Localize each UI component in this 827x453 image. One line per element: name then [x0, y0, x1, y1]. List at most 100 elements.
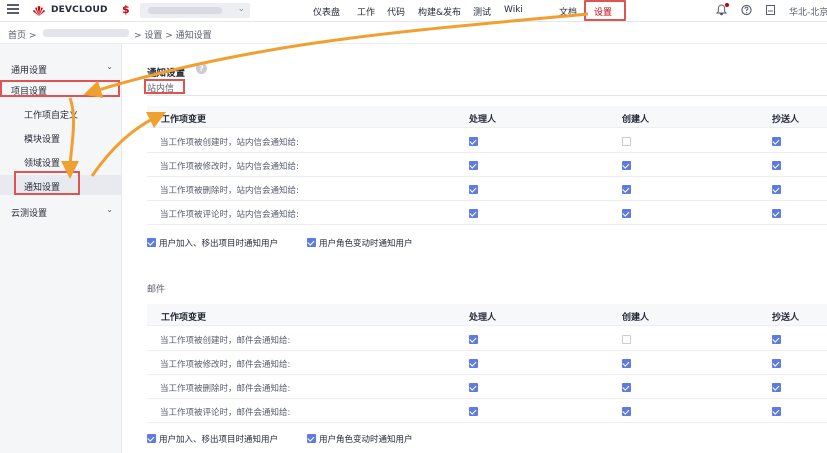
table-row: 当工作项被修改时，邮件会通知给: — [147, 352, 827, 375]
chevron-down-icon: ⌄ — [106, 205, 113, 214]
sidebar: 通用设置 ⌄ 项目设置 ⌃ 工作项自定义 模块设置 领域设置 通知设置 云测设置… — [0, 44, 122, 453]
nav-build-release[interactable]: 构建&发布 — [418, 5, 461, 18]
checkbox-handler[interactable] — [469, 209, 478, 218]
table-row: 当工作项被删除时，站内信会通知给: — [147, 178, 827, 201]
checkbox-handler[interactable] — [469, 335, 478, 344]
nav-test[interactable]: 测试 — [473, 5, 491, 18]
breadcrumb: 首页 > > 设置 > 通知设置 — [0, 22, 827, 44]
menu-icon[interactable] — [7, 4, 19, 16]
help-icon[interactable]: ? — [196, 63, 207, 74]
checkbox-creator[interactable] — [622, 137, 631, 146]
table-row: 当工作项被创建时，邮件会通知给: — [147, 328, 827, 351]
save-icon[interactable] — [765, 4, 776, 19]
checkbox-cc[interactable] — [772, 335, 781, 344]
nav-docs[interactable]: 文档 — [559, 5, 577, 18]
column-header-cc: 抄送人 — [772, 115, 800, 125]
nav-dashboard[interactable]: 仪表盘 — [313, 5, 340, 18]
chevron-down-icon: ⌄ — [106, 62, 113, 71]
option-label: 用户加入、移出项目时通知用户 — [159, 435, 279, 445]
in-site-message-options: 用户加入、移出项目时通知用户 用户角色变动时通知用户 — [147, 236, 547, 250]
breadcrumb-home[interactable]: 首页 > — [8, 28, 36, 41]
checkbox-creator[interactable] — [622, 185, 631, 194]
brand-name: DEVCLOUD — [51, 5, 108, 15]
chevron-down-icon: ⌄ — [237, 4, 245, 14]
nav-code[interactable]: 代码 — [387, 5, 405, 18]
column-header-creator: 创建人 — [622, 115, 650, 125]
checkbox-cc[interactable] — [772, 383, 781, 392]
project-name-redacted — [148, 7, 222, 14]
checkbox-handler[interactable] — [469, 137, 478, 146]
checkbox-cc[interactable] — [772, 407, 781, 416]
breadcrumb-project-redacted[interactable] — [43, 29, 129, 37]
checkbox-handler[interactable] — [469, 359, 478, 368]
row-label: 当工作项被删除时，站内信会通知给: — [160, 186, 299, 196]
checkbox-handler[interactable] — [469, 407, 478, 416]
breadcrumb-current: > 设置 > 通知设置 — [134, 31, 212, 41]
annotation-highlight-in-site-message — [144, 79, 185, 94]
checkbox-creator[interactable] — [622, 407, 631, 416]
email-options: 用户加入、移出项目时通知用户 用户角色变动时通知用户 — [147, 432, 547, 446]
top-navigation-bar: DEVCLOUD $ ⌄ 仪表盘 工作 代码 构建&发布 测试 Wiki 文档 … — [0, 0, 827, 22]
column-header-cc: 抄送人 — [772, 313, 800, 323]
column-header-handler: 处理人 — [469, 313, 497, 323]
nav-wiki[interactable]: Wiki — [504, 5, 523, 15]
checkbox-handler[interactable] — [469, 161, 478, 170]
table-row: 当工作项被评论时，邮件会通知给: — [147, 400, 827, 423]
checkbox[interactable] — [307, 434, 316, 443]
checkbox-cc[interactable] — [772, 209, 781, 218]
column-header-handler: 处理人 — [469, 115, 497, 125]
row-label: 当工作项被创建时，站内信会通知给: — [160, 138, 299, 148]
checkbox-creator[interactable] — [622, 383, 631, 392]
checkbox-handler[interactable] — [469, 383, 478, 392]
table-header: 工作项变更 处理人 创建人 抄送人 — [147, 304, 827, 326]
table-row: 当工作项被修改时，站内信会通知给: — [147, 154, 827, 177]
option-label: 用户加入、移出项目时通知用户 — [159, 239, 279, 249]
checkbox-cc[interactable] — [772, 161, 781, 170]
checkbox[interactable] — [147, 238, 156, 247]
row-label: 当工作项被删除时，邮件会通知给: — [160, 384, 291, 394]
sidebar-item-workitem-customize[interactable]: 工作项自定义 — [0, 103, 122, 123]
checkbox-handler[interactable] — [469, 185, 478, 194]
sidebar-item-label: 云测设置 — [11, 209, 48, 219]
row-label: 当工作项被修改时，邮件会通知给: — [160, 360, 291, 370]
project-selector[interactable]: ⌄ — [140, 3, 250, 18]
nav-work[interactable]: 工作 — [357, 5, 375, 18]
annotation-highlight-project-settings — [0, 80, 120, 97]
checkbox-creator[interactable] — [622, 335, 631, 344]
region-selector[interactable]: 华北-北京 — [789, 5, 827, 18]
table-row: 当工作项被删除时，邮件会通知给: — [147, 376, 827, 399]
sidebar-item-label: 领域设置 — [24, 159, 61, 169]
page-title: 通知设置 — [147, 68, 186, 79]
row-label: 当工作项被创建时，邮件会通知给: — [160, 336, 291, 346]
row-label: 当工作项被修改时，站内信会通知给: — [160, 162, 299, 172]
sidebar-item-label: 工作项自定义 — [24, 111, 79, 121]
option-label: 用户角色变动时通知用户 — [319, 239, 413, 249]
column-header-change: 工作项变更 — [161, 313, 207, 323]
billing-icon[interactable]: $ — [122, 3, 130, 16]
checkbox-creator[interactable] — [622, 209, 631, 218]
sidebar-item-label: 模块设置 — [24, 135, 61, 145]
row-label: 当工作项被评论时，邮件会通知给: — [160, 408, 291, 418]
section-divider — [147, 95, 827, 96]
checkbox-creator[interactable] — [622, 359, 631, 368]
checkbox[interactable] — [147, 434, 156, 443]
checkbox-cc[interactable] — [772, 359, 781, 368]
row-label: 当工作项被评论时，站内信会通知给: — [160, 210, 299, 220]
sidebar-item-cloudtest-settings[interactable]: 云测设置 ⌄ — [0, 201, 122, 221]
sidebar-item-module-settings[interactable]: 模块设置 — [0, 127, 122, 147]
column-header-change: 工作项变更 — [161, 115, 207, 125]
table-row: 当工作项被评论时，站内信会通知给: — [147, 202, 827, 225]
checkbox-cc[interactable] — [772, 185, 781, 194]
notification-badge — [725, 3, 729, 7]
sidebar-item-general-settings[interactable]: 通用设置 ⌄ — [0, 58, 122, 78]
table-header: 工作项变更 处理人 创建人 抄送人 — [147, 106, 827, 128]
main-content: 通知设置 ? 站内信 工作项变更 处理人 创建人 抄送人 当工作项被创建时，站内… — [134, 52, 827, 453]
column-header-creator: 创建人 — [622, 313, 650, 323]
checkbox[interactable] — [307, 238, 316, 247]
help-icon[interactable] — [741, 4, 752, 19]
sidebar-item-domain-settings[interactable]: 领域设置 — [0, 151, 122, 171]
checkbox-cc[interactable] — [772, 137, 781, 146]
annotation-highlight-settings-tab — [584, 0, 626, 21]
checkbox-creator[interactable] — [622, 161, 631, 170]
table-row: 当工作项被创建时，站内信会通知给: — [147, 130, 827, 153]
